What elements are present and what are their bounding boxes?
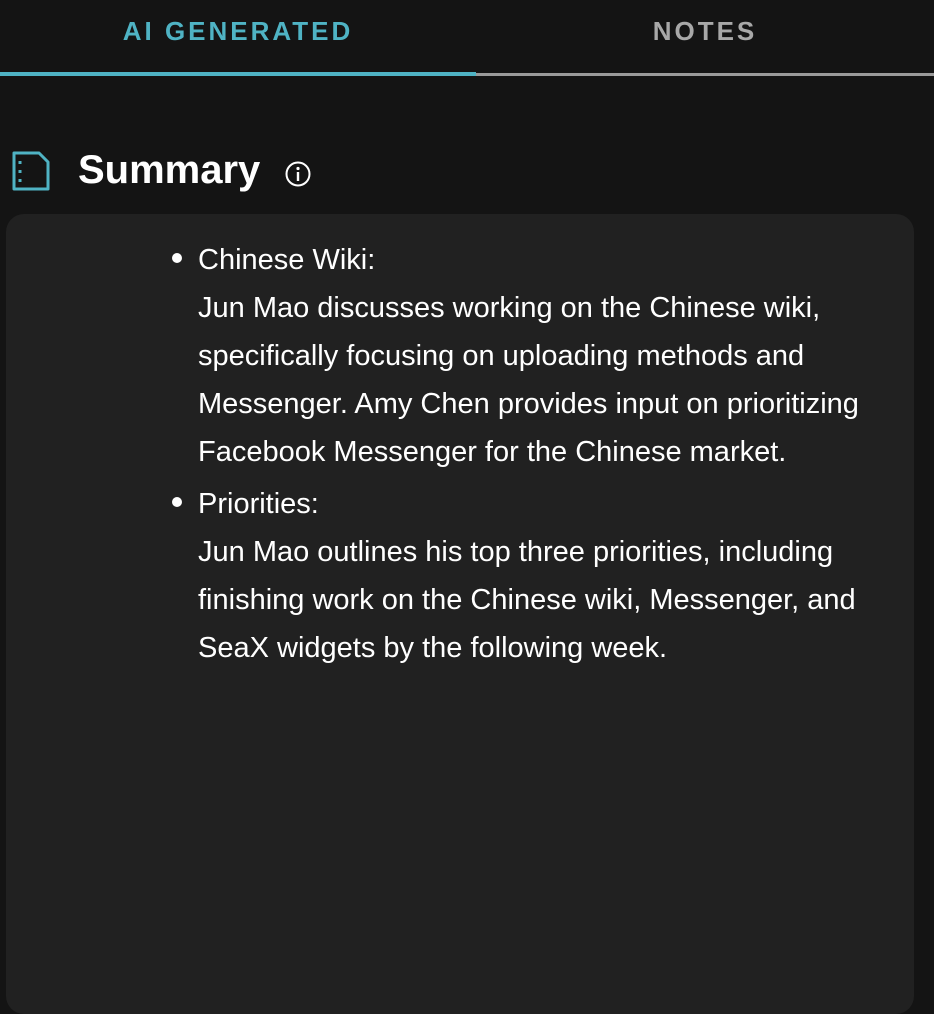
bullet	[172, 497, 182, 507]
tab-notes-label: NOTES	[652, 16, 758, 46]
summary-header: Summary	[0, 140, 934, 202]
summary-card: Chinese Wiki: Jun Mao discusses working …	[6, 214, 914, 1014]
summary-item-heading: Chinese Wiki:	[198, 244, 376, 276]
tab-notes[interactable]: NOTES	[476, 0, 934, 76]
list-item: Chinese Wiki: Jun Mao discusses working …	[172, 236, 898, 476]
tab-ai-generated[interactable]: AI GENERATED	[0, 0, 476, 76]
document-icon	[12, 151, 50, 191]
summary-item-text: Jun Mao outlines his top three prioritie…	[198, 536, 856, 664]
info-icon[interactable]	[284, 160, 312, 188]
bullet	[172, 253, 182, 263]
summary-list: Chinese Wiki: Jun Mao discusses working …	[172, 236, 898, 676]
summary-title: Summary	[78, 148, 261, 192]
list-item: Priorities: Jun Mao outlines his top thr…	[172, 480, 898, 672]
tab-bar: AI GENERATED NOTES	[0, 0, 934, 78]
summary-item-text: Jun Mao discusses working on the Chinese…	[198, 292, 859, 468]
summary-item-heading: Priorities:	[198, 488, 319, 520]
tab-ai-generated-label: AI GENERATED	[122, 15, 354, 46]
